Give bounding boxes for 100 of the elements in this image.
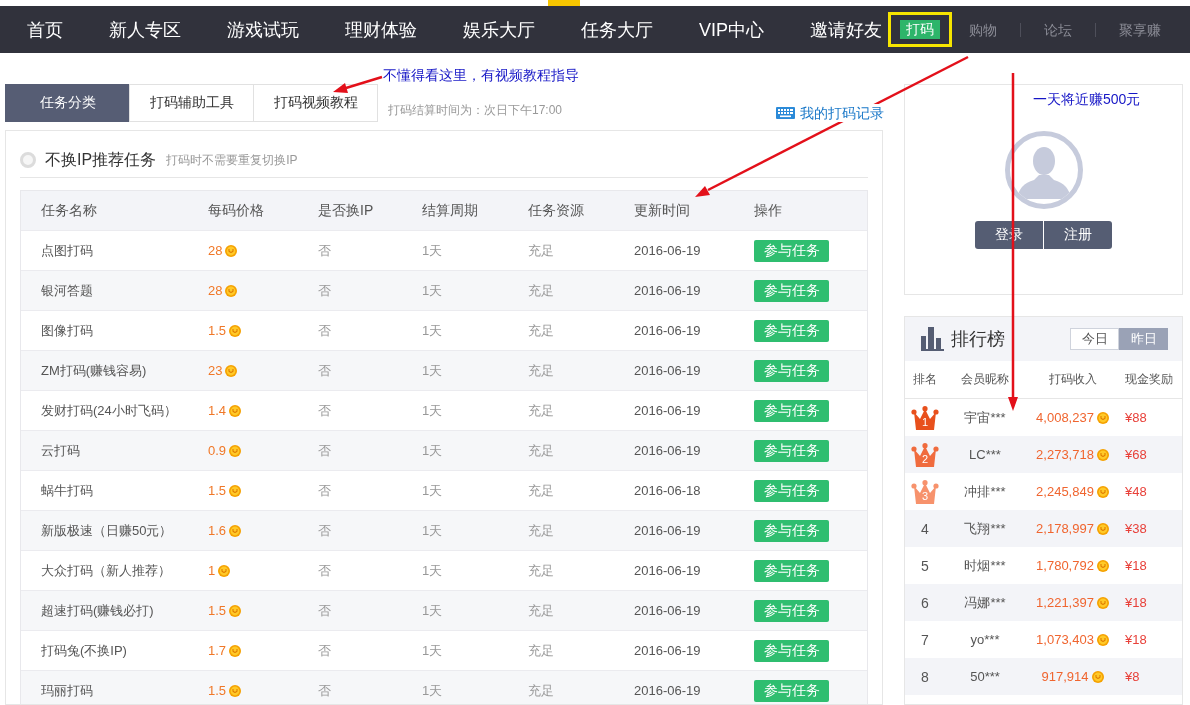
table-cell: 否 — [318, 401, 331, 420]
coin-icon — [229, 484, 242, 497]
table-cell: 1天 — [422, 281, 443, 300]
income-value: 2,245,849 — [1036, 484, 1094, 499]
avatar-icon — [1004, 131, 1083, 209]
table-cell: 充足 — [528, 681, 554, 700]
price-value: 1.5 — [208, 603, 227, 618]
table-cell: 否 — [318, 601, 331, 620]
table-cell: 玛丽打码 — [41, 681, 93, 700]
table-cell: 充足 — [528, 521, 554, 540]
table-cell: 点图打码 — [41, 241, 93, 260]
table-cell: 2016-06-19 — [634, 643, 701, 658]
table-cell: 充足 — [528, 601, 554, 620]
join-task-button[interactable]: 参与任务 — [754, 519, 829, 542]
member-name: 50*** — [970, 669, 1000, 684]
table-cell: 1天 — [422, 401, 443, 420]
member-name: 冲排*** — [964, 482, 1006, 501]
join-task-button[interactable]: 参与任务 — [754, 279, 829, 302]
rank-number: 6 — [921, 594, 929, 611]
table-cell: 充足 — [528, 321, 554, 340]
coin-icon — [1096, 411, 1109, 424]
nav-link[interactable]: 游戏试玩 — [227, 17, 299, 42]
tab[interactable]: 任务分类 — [5, 84, 130, 122]
annotation-arrow — [333, 75, 383, 93]
nav-link[interactable]: 新人专区 — [109, 17, 181, 42]
join-task-button[interactable]: 参与任务 — [754, 559, 829, 582]
coin-icon — [1096, 633, 1109, 646]
ring-icon — [20, 152, 36, 168]
price-value: 1.7 — [208, 643, 227, 658]
nav-link[interactable]: 理财体验 — [345, 17, 417, 42]
nav-link[interactable]: VIP中心 — [699, 17, 764, 42]
reward-value: ¥38 — [1125, 521, 1147, 536]
nav-link[interactable]: 邀请好友 — [810, 17, 882, 42]
join-task-button[interactable]: 参与任务 — [754, 359, 829, 382]
join-task-button[interactable]: 参与任务 — [754, 679, 829, 702]
period-tab[interactable]: 昨日 — [1119, 328, 1168, 350]
nav-link[interactable]: 首页 — [27, 17, 63, 42]
income-value: 1,073,403 — [1036, 632, 1094, 647]
table-cell: 发财打码(24小时飞码） — [41, 401, 177, 420]
table-cell: 2016-06-19 — [634, 563, 701, 578]
reward-value: ¥18 — [1125, 558, 1147, 573]
coin-icon — [229, 324, 242, 337]
period-tab[interactable]: 今日 — [1070, 328, 1119, 350]
join-task-button[interactable]: 参与任务 — [754, 239, 829, 262]
register-button[interactable]: 注册 — [1044, 221, 1112, 249]
income-value: 2,273,718 — [1036, 447, 1094, 462]
price-value: 1.6 — [208, 523, 227, 538]
join-task-button[interactable]: 参与任务 — [754, 479, 829, 502]
nav-link[interactable]: 任务大厅 — [581, 17, 653, 42]
table-cell: 云打码 — [41, 441, 80, 460]
table-cell: 2016-06-19 — [634, 283, 701, 298]
rank-number: 2 — [921, 452, 929, 465]
nav-link[interactable]: 聚享赚 — [1119, 19, 1161, 40]
coin-icon — [229, 444, 242, 457]
join-task-button[interactable]: 参与任务 — [754, 399, 829, 422]
price-value: 1.5 — [208, 483, 227, 498]
join-task-button[interactable]: 参与任务 — [754, 599, 829, 622]
tab[interactable]: 打码视频教程 — [253, 84, 378, 122]
table-cell: ZM打码(赚钱容易) — [41, 361, 147, 380]
bar-chart-icon — [921, 327, 944, 351]
join-task-button[interactable]: 参与任务 — [754, 439, 829, 462]
column-header: 结算周期 — [422, 201, 478, 220]
reward-value: ¥88 — [1125, 410, 1147, 425]
coin-icon — [218, 564, 231, 577]
join-task-button[interactable]: 参与任务 — [754, 639, 829, 662]
nav-link[interactable]: 购物 — [969, 19, 997, 40]
reward-value: ¥8 — [1125, 669, 1140, 684]
member-name: 时烟*** — [964, 556, 1006, 575]
section-title: 不换IP推荐任务 — [45, 149, 157, 170]
table-cell: 1天 — [422, 441, 443, 460]
annotation-note: 不懂得看这里，有视频教程指导 — [383, 66, 579, 84]
nav-button[interactable]: 打码 — [900, 20, 940, 39]
table-cell: 1天 — [422, 481, 443, 500]
table-cell: 2016-06-18 — [634, 483, 701, 498]
table-cell: 蜗牛打码 — [41, 481, 93, 500]
member-name: yo*** — [970, 632, 1000, 647]
table-cell: 否 — [318, 321, 331, 340]
table-cell: 1天 — [422, 321, 443, 340]
tab[interactable]: 打码辅助工具 — [129, 84, 254, 122]
column-header: 操作 — [754, 201, 782, 220]
reward-value: ¥18 — [1125, 632, 1147, 647]
table-cell: 1天 — [422, 601, 443, 620]
table-cell: 1天 — [422, 561, 443, 580]
table-cell: 否 — [318, 641, 331, 660]
column-header: 现金奖励 — [1125, 371, 1173, 388]
coin-icon — [229, 524, 242, 537]
records-link[interactable]: 我的打码记录 — [776, 104, 884, 122]
nav-link[interactable]: 娱乐大厅 — [463, 17, 535, 42]
column-header: 是否换IP — [318, 201, 374, 220]
section-hint: 打码时不需要重复切换IP — [166, 151, 298, 169]
table-cell: 1天 — [422, 681, 443, 700]
tab-marker — [548, 0, 580, 6]
column-header: 任务资源 — [528, 201, 584, 220]
join-task-button[interactable]: 参与任务 — [754, 319, 829, 342]
reward-value: ¥48 — [1125, 484, 1147, 499]
table-cell: 1天 — [422, 641, 443, 660]
nav-link[interactable]: 论坛 — [1044, 19, 1072, 40]
table-cell: 否 — [318, 481, 331, 500]
column-header: 每码价格 — [208, 201, 264, 220]
table-cell: 2016-06-19 — [634, 523, 701, 538]
